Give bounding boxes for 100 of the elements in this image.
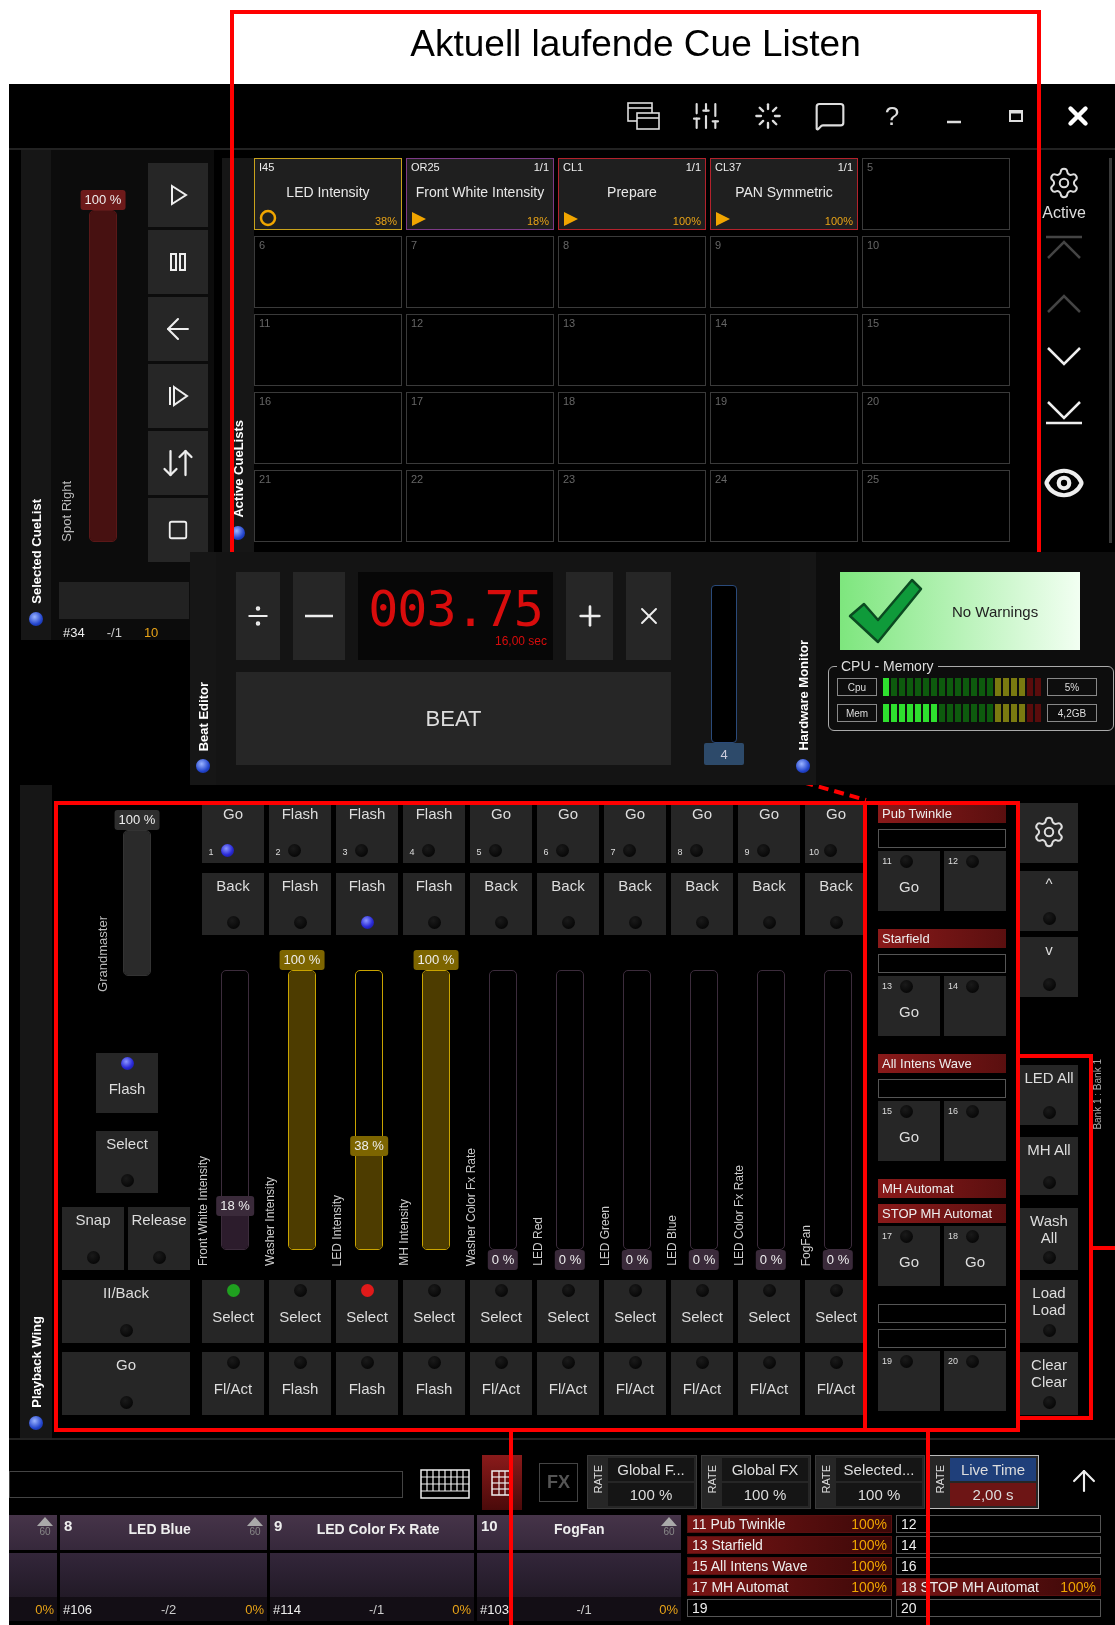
playback-button[interactable]: Fl/Act xyxy=(202,1352,264,1415)
empty-cell[interactable]: 5 xyxy=(862,158,1010,230)
playback-button[interactable]: Back xyxy=(604,873,666,935)
empty-cell[interactable]: 14 xyxy=(710,314,858,386)
playback-button[interactable]: Flash xyxy=(269,1352,331,1415)
bank-button[interactable]: MH All xyxy=(1020,1137,1078,1195)
playback-button[interactable]: 12 xyxy=(944,851,1006,911)
bank-button[interactable]: Clear Clear xyxy=(1020,1352,1078,1415)
playback-tile[interactable]: 10 FogFan 60 #103 -/1 0% xyxy=(477,1515,681,1625)
playback-button[interactable]: Back xyxy=(470,873,532,935)
playback-button[interactable]: 11 Go xyxy=(878,851,940,911)
fader-track[interactable] xyxy=(89,210,117,542)
playback-button[interactable]: 15 Go xyxy=(878,1101,940,1161)
playback-button[interactable]: Fl/Act xyxy=(671,1352,733,1415)
message-icon[interactable] xyxy=(814,100,846,132)
empty-cell[interactable]: 10 xyxy=(862,236,1010,308)
playback-button[interactable]: Fl/Act xyxy=(604,1352,666,1415)
empty-cell[interactable]: 18 xyxy=(558,392,706,464)
step-button[interactable] xyxy=(148,364,208,428)
playback-button[interactable]: Flash xyxy=(336,873,398,935)
page-up-button[interactable]: ^ xyxy=(1020,871,1078,931)
playback-button[interactable]: Back xyxy=(537,873,599,935)
fader-track[interactable] xyxy=(288,970,316,1250)
fader-track[interactable] xyxy=(221,970,249,1250)
playback-button[interactable]: Flash xyxy=(403,873,465,935)
playback-button[interactable]: Flash xyxy=(269,873,331,935)
playback-button[interactable]: Select xyxy=(96,1131,158,1193)
settings-button[interactable] xyxy=(1020,803,1078,863)
fader-value[interactable]: 38 % xyxy=(350,1136,388,1156)
select-button[interactable]: Select xyxy=(537,1280,599,1343)
playback-button[interactable]: Flash xyxy=(403,1352,465,1415)
bank-button[interactable]: Load Load xyxy=(1020,1280,1078,1343)
empty-cell[interactable]: 23 xyxy=(558,470,706,542)
playback-button[interactable]: Back xyxy=(671,873,733,935)
playback-tile[interactable]: 9 LED Color Fx Rate #114 -/1 0% xyxy=(270,1515,474,1625)
empty-cell[interactable]: 17 xyxy=(406,392,554,464)
swap-button[interactable] xyxy=(148,431,208,495)
running-list-row[interactable]: 17 MH Automat 100% xyxy=(687,1578,892,1596)
select-button[interactable]: Select xyxy=(604,1280,666,1343)
fader-value[interactable]: 0 % xyxy=(688,1250,720,1270)
fader-value[interactable]: 100 % xyxy=(413,950,459,970)
running-list-row[interactable]: 14 xyxy=(896,1536,1101,1554)
empty-cell[interactable]: 21 xyxy=(254,470,402,542)
empty-cell[interactable]: 8 xyxy=(558,236,706,308)
bank-button[interactable]: LED All xyxy=(1020,1065,1078,1125)
fader-value[interactable]: 0 % xyxy=(822,1250,854,1270)
sliders-icon[interactable] xyxy=(690,100,722,132)
select-button[interactable]: Select xyxy=(336,1280,398,1343)
pause-button[interactable] xyxy=(148,230,208,294)
playback-button[interactable]: Release xyxy=(128,1207,190,1270)
playback-button[interactable]: 18 Go xyxy=(944,1226,1006,1286)
empty-cell[interactable]: 13 xyxy=(558,314,706,386)
fader-value[interactable]: 0 % xyxy=(487,1250,519,1270)
running-list-row[interactable]: 13 Starfield 100% xyxy=(687,1536,892,1554)
playback-button[interactable]: 16 xyxy=(944,1101,1006,1161)
cuelist-cell[interactable]: OR25 1/1 Front White Intensity 18% xyxy=(406,158,554,230)
playback-button[interactable]: II/Back xyxy=(62,1280,190,1343)
triangle-up-icon[interactable] xyxy=(37,1517,53,1526)
playback-button[interactable]: Fl/Act xyxy=(470,1352,532,1415)
running-list-row[interactable]: 20 xyxy=(896,1599,1101,1617)
cuelist-cell[interactable]: CL37 1/1 PAN Symmetric 100% xyxy=(710,158,858,230)
select-button[interactable]: Select xyxy=(403,1280,465,1343)
select-button[interactable]: Select xyxy=(202,1280,264,1343)
playback-button[interactable]: Back xyxy=(738,873,800,935)
empty-cell[interactable]: 16 xyxy=(254,392,402,464)
slider-thumb[interactable]: 4 xyxy=(704,743,744,765)
empty-cell[interactable]: 6 xyxy=(254,236,402,308)
playback-button[interactable]: 14 xyxy=(944,976,1006,1036)
playback-button[interactable]: Fl/Act xyxy=(738,1352,800,1415)
playback-button[interactable]: Snap xyxy=(62,1207,124,1270)
playback-button[interactable]: Go xyxy=(62,1352,190,1415)
playback-button[interactable]: Fl/Act xyxy=(537,1352,599,1415)
empty-cell[interactable]: 9 xyxy=(710,236,858,308)
triangle-up-icon[interactable] xyxy=(247,1517,263,1526)
empty-cell[interactable]: 24 xyxy=(710,470,858,542)
clear-button[interactable] xyxy=(626,572,671,660)
playback-tile[interactable]: 8 LED Blue 60 #106 -/2 0% xyxy=(60,1515,267,1625)
running-list-row[interactable]: 19 xyxy=(687,1599,892,1617)
fader-value[interactable]: 0 % xyxy=(621,1250,653,1270)
playback-button[interactable]: Flash xyxy=(96,1053,158,1113)
scroll-bar[interactable] xyxy=(1109,158,1112,543)
playback-button[interactable]: Back xyxy=(202,873,264,935)
empty-cell[interactable]: 19 xyxy=(710,392,858,464)
plus-button[interactable] xyxy=(566,572,613,660)
empty-cell[interactable]: 25 xyxy=(862,470,1010,542)
empty-cell[interactable]: 11 xyxy=(254,314,402,386)
cuelist-cell[interactable]: I45 LED Intensity 38% xyxy=(254,158,402,230)
running-list-row[interactable]: 15 All Intens Wave 100% xyxy=(687,1557,892,1575)
play-button[interactable] xyxy=(148,163,208,227)
running-list-row[interactable]: 16 xyxy=(896,1557,1101,1575)
fader-value[interactable]: 0 % xyxy=(554,1250,586,1270)
fader-track[interactable] xyxy=(355,970,383,1250)
empty-cell[interactable]: 12 xyxy=(406,314,554,386)
command-field[interactable] xyxy=(9,1471,403,1498)
fader-value[interactable]: 100 % xyxy=(279,950,325,970)
fader-value[interactable]: 18 % xyxy=(216,1196,254,1216)
running-list-row[interactable]: 12 xyxy=(896,1515,1101,1533)
cuelist-cell[interactable]: CL1 1/1 Prepare 100% xyxy=(558,158,706,230)
select-button[interactable]: Select xyxy=(269,1280,331,1343)
stop-button[interactable] xyxy=(148,498,208,562)
